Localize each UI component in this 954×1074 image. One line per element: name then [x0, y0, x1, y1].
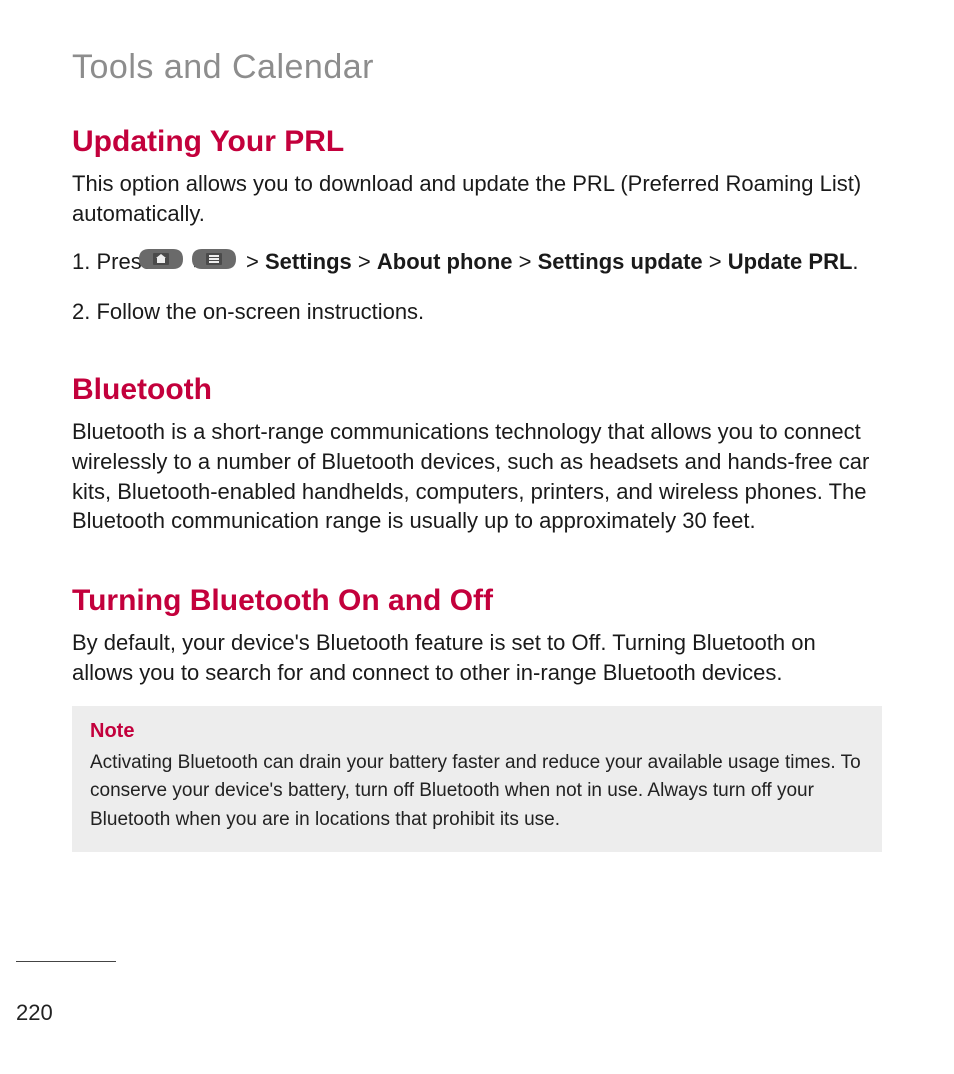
- path-update-prl: Update PRL: [728, 249, 853, 274]
- heading-bt-onoff: Turning Bluetooth On and Off: [72, 584, 882, 618]
- path-settings: Settings: [265, 249, 352, 274]
- section-title: Tools and Calendar: [72, 48, 882, 87]
- note-box: Note Activating Bluetooth can drain your…: [72, 706, 882, 853]
- heading-updating-prl: Updating Your PRL: [72, 125, 882, 159]
- prl-intro: This option allows you to download and u…: [72, 169, 882, 228]
- sep-2: >: [246, 249, 265, 274]
- step1-suffix: .: [852, 249, 858, 274]
- page-number: 220: [16, 1000, 53, 1026]
- bt-onoff-body: By default, your device's Bluetooth feat…: [72, 628, 882, 687]
- menu-key-icon: [216, 246, 236, 278]
- prl-step-2: 2. Follow the on-screen instructions.: [72, 296, 882, 328]
- manual-page: Tools and Calendar Updating Your PRL Thi…: [0, 0, 954, 852]
- note-title: Note: [90, 720, 864, 743]
- sep-3: >: [358, 249, 377, 274]
- home-key-icon: [163, 246, 183, 278]
- prl-step-1: 1. Press > > Settings > About phone > Se…: [72, 246, 882, 279]
- heading-bluetooth: Bluetooth: [72, 373, 882, 407]
- bluetooth-body: Bluetooth is a short-range communication…: [72, 417, 882, 536]
- sep-5: >: [709, 249, 728, 274]
- path-settings-update: Settings update: [538, 249, 703, 274]
- path-about-phone: About phone: [377, 249, 513, 274]
- sep-4: >: [519, 249, 538, 274]
- note-body: Activating Bluetooth can drain your batt…: [90, 749, 864, 835]
- footer-rule: [16, 961, 116, 962]
